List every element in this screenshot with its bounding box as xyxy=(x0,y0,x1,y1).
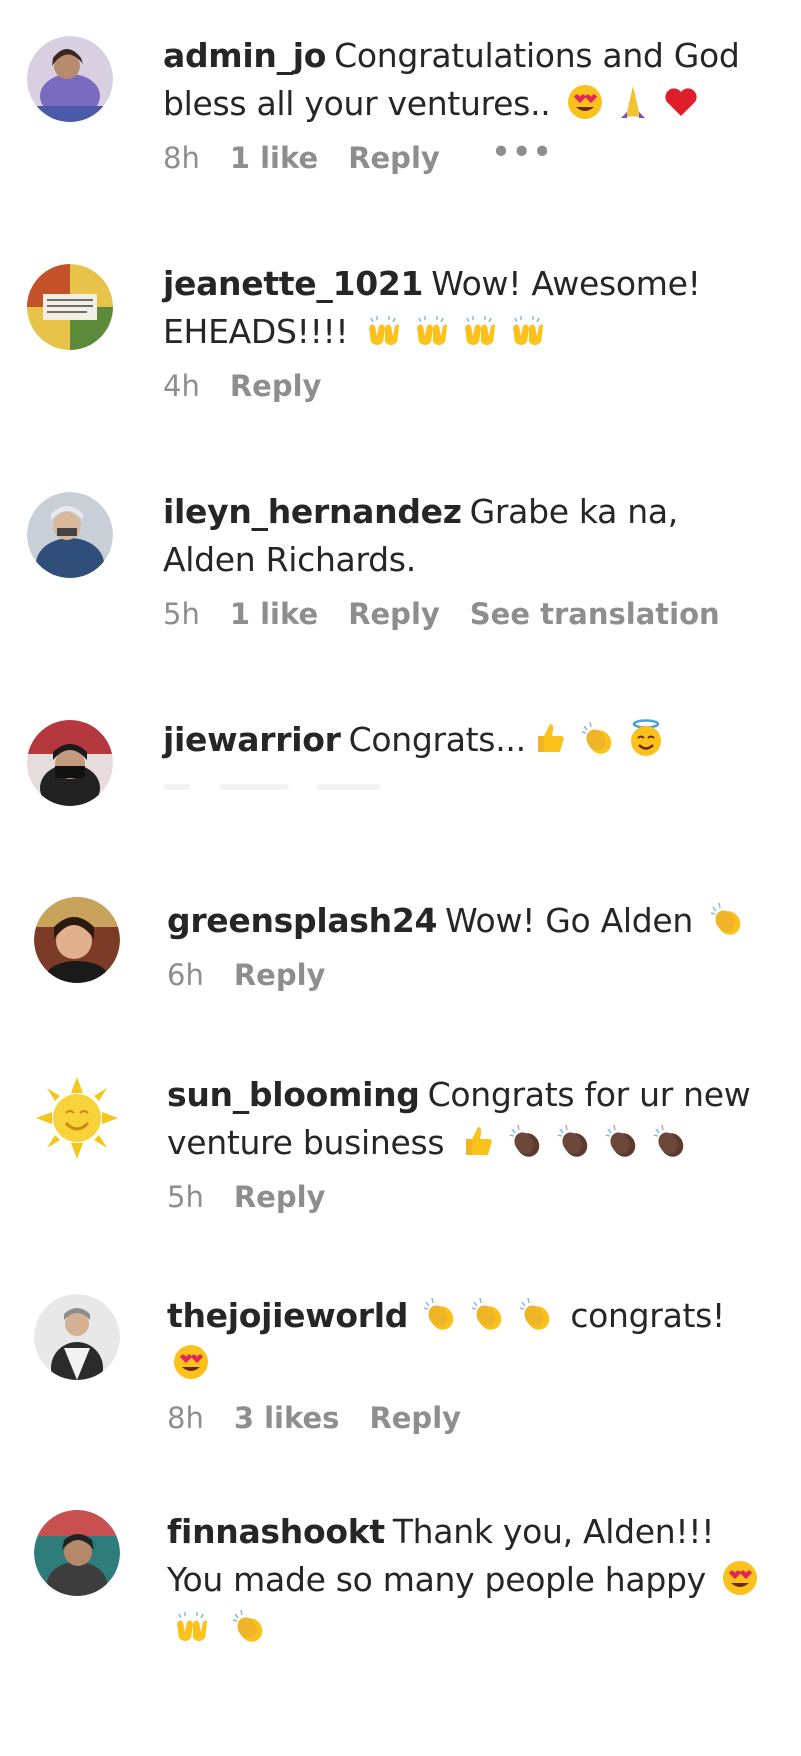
thumbs-up-emoji-icon xyxy=(530,718,570,758)
faded-comment-meta xyxy=(163,776,775,812)
thumbs-up-emoji-icon xyxy=(458,1121,498,1161)
heart-eyes-emoji-icon xyxy=(565,82,605,122)
clapping-hands-dark-emoji-icon xyxy=(506,1121,546,1161)
reply-button[interactable]: Reply xyxy=(369,1401,461,1435)
comment-text: sun_blooming Congrats for ur new venture … xyxy=(167,1071,779,1167)
timestamp: 4h xyxy=(163,369,200,403)
timestamp: 8h xyxy=(167,1401,204,1435)
timestamp: 6h xyxy=(167,958,204,992)
comment-meta: 5h 1 like Reply See translation xyxy=(163,596,775,632)
avatar[interactable] xyxy=(27,36,113,122)
raising-hands-emoji-icon xyxy=(459,310,499,350)
comment-body: admin_jo Congratulations and God bless al… xyxy=(163,32,775,176)
clapping-hands-emoji-icon xyxy=(516,1294,556,1334)
raising-hands-emoji-icon xyxy=(507,310,547,350)
raising-hands-emoji-icon xyxy=(171,1606,211,1646)
likes-count[interactable]: 3 likes xyxy=(234,1401,340,1435)
username[interactable]: jeanette_1021 xyxy=(163,264,424,303)
comment-text: thejojieworld congrats! xyxy=(167,1292,779,1388)
comment-text: admin_jo Congratulations and God bless al… xyxy=(163,32,775,128)
reply-button[interactable]: Reply xyxy=(234,1180,326,1214)
clapping-hands-emoji-icon xyxy=(420,1294,460,1334)
username[interactable]: sun_blooming xyxy=(167,1075,420,1114)
likes-count[interactable]: 1 like xyxy=(230,597,318,631)
smiling-face-with-halo-emoji-icon xyxy=(626,718,666,758)
clapping-hands-dark-emoji-icon xyxy=(650,1121,690,1161)
see-translation-button[interactable]: See translation xyxy=(470,597,720,631)
comment-meta: 8h 1 like Reply ••• xyxy=(163,135,775,176)
raising-hands-emoji-icon xyxy=(411,310,451,350)
comment-text: jiewarrior Congrats... xyxy=(163,716,775,764)
heart-eyes-emoji-icon xyxy=(720,1558,760,1598)
comment-body: thejojieworld congrats! 8h 3 likes Reply xyxy=(167,1292,779,1436)
comment-meta: 4h Reply xyxy=(163,368,775,404)
red-heart-emoji-icon xyxy=(661,82,701,122)
username[interactable]: greensplash24 xyxy=(167,901,437,940)
likes-count[interactable]: 1 like xyxy=(230,141,318,175)
comment-body: jeanette_1021 Wow! Awesome! EHEADS!!!! 4h… xyxy=(163,260,775,404)
more-options-icon[interactable]: ••• xyxy=(492,134,554,170)
comment-text: greensplash24 Wow! Go Alden xyxy=(167,897,779,945)
comment-text: jeanette_1021 Wow! Awesome! EHEADS!!!! xyxy=(163,260,775,356)
avatar[interactable] xyxy=(27,264,113,350)
raising-hands-emoji-icon xyxy=(363,310,403,350)
clapping-hands-emoji-icon xyxy=(707,899,747,939)
heart-eyes-emoji-icon xyxy=(171,1342,211,1382)
clapping-hands-emoji-icon xyxy=(468,1294,508,1334)
timestamp: 8h xyxy=(163,141,200,175)
reply-button[interactable]: Reply xyxy=(348,597,440,631)
avatar[interactable] xyxy=(34,1294,120,1380)
comment-meta: 5h Reply xyxy=(167,1179,779,1215)
comment-meta: 8h 3 likes Reply xyxy=(167,1400,779,1436)
clapping-hands-dark-emoji-icon xyxy=(554,1121,594,1161)
avatar[interactable] xyxy=(27,720,113,806)
comment-body: finnashookt Thank you, Alden!!! You made … xyxy=(167,1508,779,1652)
comment-message: Congrats... xyxy=(348,720,526,759)
username[interactable]: admin_jo xyxy=(163,36,326,75)
clapping-hands-emoji-icon xyxy=(578,718,618,758)
comment-body: sun_blooming Congrats for ur new venture … xyxy=(167,1071,779,1215)
username[interactable]: jiewarrior xyxy=(163,720,341,759)
comment-body: greensplash24 Wow! Go Alden 6h Reply xyxy=(167,897,779,993)
comment-body: ileyn_hernandez Grabe ka na, Alden Richar… xyxy=(163,488,775,632)
avatar[interactable] xyxy=(27,492,113,578)
reply-button[interactable]: Reply xyxy=(234,958,326,992)
praying-hands-emoji-icon xyxy=(613,82,653,122)
reply-button[interactable]: Reply xyxy=(230,369,322,403)
comment-meta: 6h Reply xyxy=(167,957,779,993)
avatar[interactable] xyxy=(34,897,120,983)
clapping-hands-emoji-icon xyxy=(229,1606,269,1646)
comment-message: congrats! xyxy=(570,1296,725,1335)
username[interactable]: thejojieworld xyxy=(167,1296,408,1335)
avatar[interactable] xyxy=(34,1510,120,1596)
username[interactable]: ileyn_hernandez xyxy=(163,492,462,531)
timestamp: 5h xyxy=(167,1180,204,1214)
comment-message: Wow! Go Alden xyxy=(445,901,694,940)
comment-body: jiewarrior Congrats... xyxy=(163,716,775,812)
clapping-hands-dark-emoji-icon xyxy=(602,1121,642,1161)
avatar[interactable] xyxy=(34,1075,120,1161)
timestamp: 5h xyxy=(163,597,200,631)
username[interactable]: finnashookt xyxy=(167,1512,385,1551)
comment-text: finnashookt Thank you, Alden!!! You made … xyxy=(167,1508,779,1652)
reply-button[interactable]: Reply xyxy=(348,141,440,175)
comment-text: ileyn_hernandez Grabe ka na, Alden Richar… xyxy=(163,488,775,584)
